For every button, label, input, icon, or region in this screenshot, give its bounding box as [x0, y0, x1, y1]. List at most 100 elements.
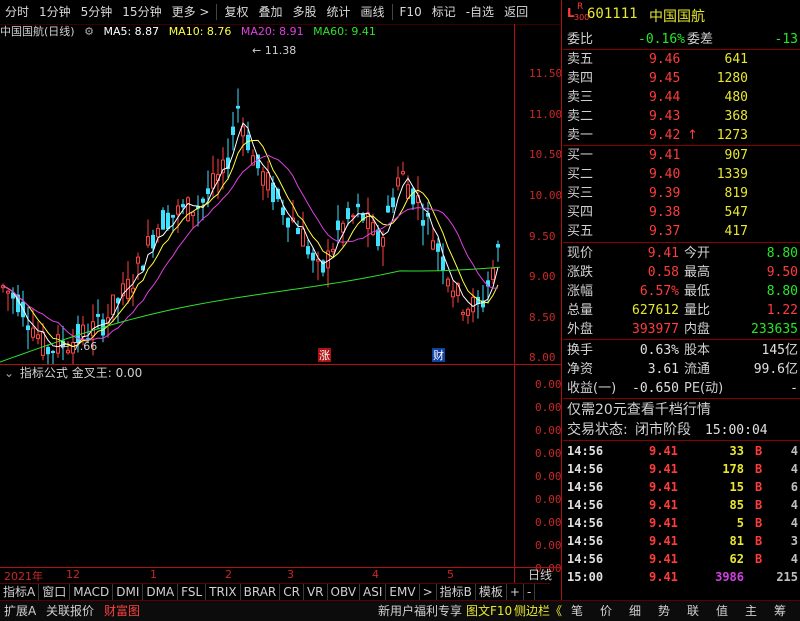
tick-side: B — [755, 480, 763, 494]
chart-header: 中国国航(日线) ⚙ MA5: 8.87 MA10: 8.76 MA20: 8.… — [0, 24, 515, 40]
indicator-tick-label: 0.00 — [535, 401, 562, 414]
toolbar-item-5[interactable]: 复权 — [219, 0, 253, 24]
indicator-tab-16[interactable]: + — [507, 584, 524, 600]
candle-body — [271, 182, 275, 203]
candle-body — [136, 256, 140, 264]
asks-row: 卖三 9.44 480 — [563, 88, 800, 107]
candle-body — [201, 198, 205, 203]
stats2-value2: - — [790, 381, 798, 396]
depth-promo[interactable]: 仅需20元查看千档行情 — [563, 401, 800, 420]
toolbar-item-2[interactable]: 5分钟 — [76, 0, 118, 24]
tab-expand-a[interactable]: 扩展A — [4, 601, 36, 621]
stats-value: 0.58 — [647, 265, 679, 280]
stats-value2: 233635 — [751, 322, 798, 337]
ma20-label: MA20: 8.91 — [240, 25, 304, 38]
stats-label2: 内盘 — [684, 322, 711, 337]
tick-count: 4 — [790, 552, 798, 566]
sidebar-toggle[interactable]: 侧边栏《 — [514, 601, 562, 621]
indicator-tab-11[interactable]: ASI — [360, 584, 387, 600]
xlabel-12: 12 — [66, 568, 80, 581]
toolbar-item-1[interactable]: 1分钟 — [34, 0, 76, 24]
indicator-tab-14[interactable]: 指标B — [437, 584, 476, 600]
quote-tab-4[interactable]: 联 — [687, 601, 699, 621]
stats-label2: 量比 — [684, 303, 711, 318]
period-button[interactable]: 日线 — [520, 567, 560, 583]
toolbar-item-7[interactable]: 多股 — [287, 0, 321, 24]
indicator-tab-5[interactable]: FSL — [178, 584, 207, 600]
stats2-label2: 股本 — [684, 343, 711, 358]
toolbar-item-0[interactable]: 分时 — [0, 0, 34, 24]
indicator-tab-17[interactable]: - — [524, 584, 536, 600]
f10-button[interactable]: 图文F10 — [466, 601, 512, 621]
tick-price: 9.41 — [649, 552, 678, 566]
toolbar-item-11[interactable]: 标记 — [427, 0, 461, 24]
indicator-tab-15[interactable]: 模板 — [476, 584, 507, 600]
indicator-tab-2[interactable]: MACD — [70, 584, 114, 600]
toolbar-item-6[interactable]: 叠加 — [253, 0, 287, 24]
indicator-tab-9[interactable]: VR — [304, 584, 328, 600]
tick-price: 9.41 — [649, 516, 678, 530]
indicator-tab-7[interactable]: BRAR — [241, 584, 281, 600]
tick-price: 9.41 — [649, 480, 678, 494]
settings-icon[interactable]: ⚙ — [84, 25, 94, 38]
indicator-tab-4[interactable]: DMA — [143, 584, 179, 600]
candle-body — [431, 240, 435, 250]
stock-name: 中国国航(日线) — [0, 25, 75, 38]
quote-tab-0[interactable]: 笔 — [571, 601, 583, 621]
candle-body — [161, 210, 165, 230]
tab-related-quote[interactable]: 关联报价 — [46, 601, 94, 621]
indicator-tab-3[interactable]: DMI — [113, 584, 144, 600]
tick-count: 4 — [790, 444, 798, 458]
indicator-tab-10[interactable]: OBV — [328, 584, 361, 600]
quote-tab-2[interactable]: 细 — [629, 601, 641, 621]
stats2-value2: 99.6亿 — [753, 362, 798, 377]
tick-row: 14:56 9.41 62 B 4 — [563, 550, 800, 568]
tick-side: B — [755, 552, 763, 566]
stats-label: 外盘 — [567, 322, 594, 337]
tick-time: 14:56 — [567, 516, 604, 530]
tick-side: B — [755, 516, 763, 530]
quote-tab-6[interactable]: 主 — [745, 601, 757, 621]
quote-tab-1[interactable]: 价 — [600, 601, 612, 621]
indicator-tick-label: 0.00 — [535, 378, 562, 391]
indicator-tab-0[interactable]: 指标A — [0, 584, 40, 600]
toolbar-item-8[interactable]: 统计 — [322, 0, 356, 24]
stats-label: 涨跌 — [567, 265, 594, 280]
bids-volume: 819 — [724, 186, 748, 201]
promo-link[interactable]: 新用户福利专享 — [378, 601, 462, 621]
chevron-down-icon[interactable]: ⌄ — [4, 366, 14, 380]
price-tick-label: 8.50 — [529, 311, 556, 324]
quote-tab-7[interactable]: 筹 — [774, 601, 786, 621]
toolbar-item-12[interactable]: -自选 — [461, 0, 499, 24]
xlabel-1: 1 — [150, 568, 157, 581]
indicator-tick-label: 0.00 — [535, 516, 562, 529]
tick-price: 9.41 — [649, 570, 678, 584]
indicator-tab-13[interactable]: > — [420, 584, 437, 600]
tick-volume: 33 — [729, 444, 744, 458]
quote-tab-3[interactable]: 势 — [658, 601, 670, 621]
asks-volume: 368 — [724, 109, 748, 124]
toolbar-item-3[interactable]: 15分钟 — [117, 0, 166, 24]
indicator-tab-8[interactable]: CR — [280, 584, 304, 600]
tick-row: 15:00 9.41 3986 215 — [563, 568, 800, 586]
tab-wealth-chart[interactable]: 财富图 — [104, 601, 140, 621]
tick-time: 14:56 — [567, 552, 604, 566]
quote-tab-5[interactable]: 值 — [716, 601, 728, 621]
toolbar-item-10[interactable]: F10 — [395, 0, 427, 24]
candlestick-chart[interactable]: ← 11.38 ← 7.66 涨 财 — [0, 40, 515, 364]
stats-value2: 8.80 — [766, 284, 798, 299]
toolbar-item-9[interactable]: 画线 — [356, 0, 390, 24]
stats-value2: 9.50 — [766, 265, 798, 280]
candle-body — [206, 188, 210, 194]
bottom-bar: 扩展A 关联报价 财富图 新用户福利专享 图文F10 侧边栏《 笔价细势联值主筹 — [0, 600, 800, 621]
candle-body — [401, 171, 405, 175]
indicator-tab-1[interactable]: 窗口 — [39, 584, 71, 600]
candle-body — [171, 214, 175, 218]
asks-price: 9.44 — [649, 90, 681, 105]
tick-volume: 5 — [736, 516, 744, 530]
indicator-tab-6[interactable]: TRIX — [206, 584, 241, 600]
indicator-tab-12[interactable]: EMV — [386, 584, 420, 600]
toolbar-item-4[interactable]: 更多 > — [167, 0, 215, 24]
asks-price: 9.46 — [649, 52, 681, 67]
toolbar-item-13[interactable]: 返回 — [499, 0, 533, 24]
